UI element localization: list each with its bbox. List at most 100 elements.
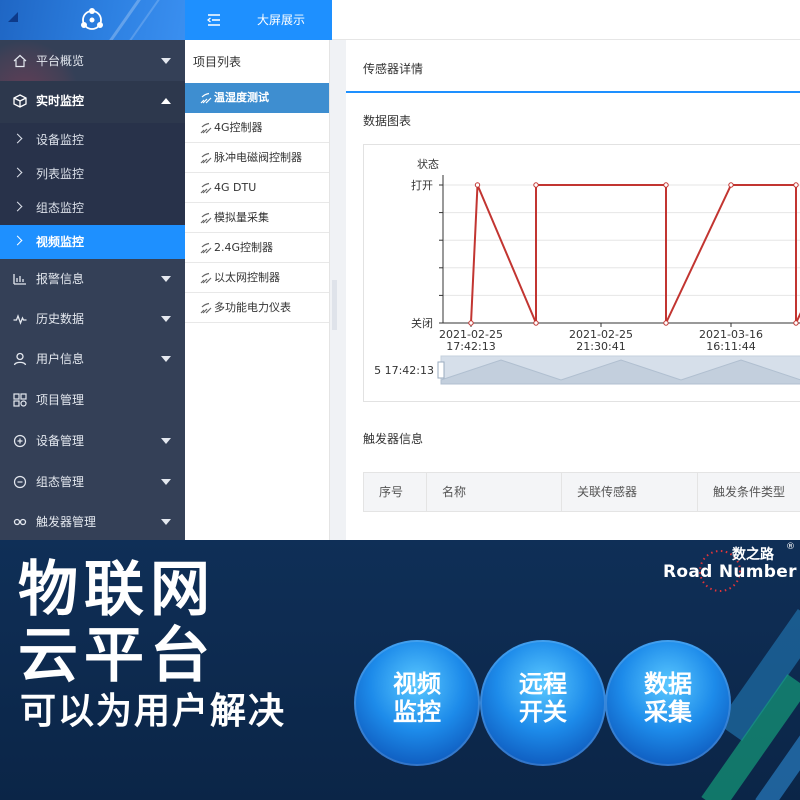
- bubble-line1: 数据: [644, 670, 692, 698]
- data-point: [663, 182, 669, 188]
- x-tick-label: 17:42:13: [446, 340, 495, 353]
- submenu-label: 组态监控: [36, 201, 85, 215]
- trigger-table-header: 序号 名称 关联传感器 触发条件类型: [363, 472, 800, 512]
- triangle-icon: [8, 12, 18, 22]
- project-item-label: 以太网控制器: [214, 271, 280, 284]
- top-bar: 大屏展示: [185, 0, 800, 40]
- menu-label: 设备管理: [36, 434, 85, 448]
- bubble-line2: 开关: [519, 698, 567, 726]
- trigger-section-title: 触发器信息: [363, 432, 424, 446]
- submenu-config-monitor[interactable]: 组态监控: [0, 191, 185, 225]
- submenu-label: 设备监控: [36, 133, 85, 147]
- caret-up-icon: [161, 98, 171, 104]
- menu-trigger-manage[interactable]: 触发器管理: [0, 502, 185, 540]
- menu-collapse-icon[interactable]: [207, 13, 221, 27]
- chart-section-title: 数据图表: [363, 114, 412, 128]
- submenu-device-monitor[interactable]: 设备监控: [0, 123, 185, 157]
- data-point: [468, 320, 474, 326]
- resize-handle[interactable]: [332, 280, 337, 330]
- panel-gutter: [330, 40, 346, 540]
- menu-config-manage[interactable]: 组态管理: [0, 462, 185, 502]
- menu-label: 组态管理: [36, 475, 85, 489]
- signal-icon: [200, 242, 212, 254]
- config-icon: [13, 475, 27, 489]
- caret-down-icon: [161, 276, 171, 282]
- menu-user-info[interactable]: 用户信息: [0, 339, 185, 379]
- zoom-handle-left: [437, 361, 445, 379]
- caret-down-icon: [161, 356, 171, 362]
- headline-line2: 云平台: [18, 621, 216, 691]
- feature-bubble-video: 视频 监控: [354, 640, 480, 766]
- data-point: [728, 182, 734, 188]
- caret-down-icon: [161, 519, 171, 525]
- caret-down-icon: [161, 438, 171, 444]
- project-item-label: 脉冲电磁阀控制器: [214, 151, 302, 164]
- brand-name-cn: 数之路: [732, 547, 774, 563]
- bubble-line1: 视频: [393, 670, 441, 698]
- y-tick-label: 关闭: [411, 316, 433, 330]
- brand-name-en: Road Number: [663, 562, 797, 582]
- menu-alarm-info[interactable]: 报警信息: [0, 259, 185, 299]
- submenu-label: 视频监控: [36, 235, 85, 249]
- menu-label: 历史数据: [36, 312, 85, 326]
- project-item-label: 多功能电力仪表: [214, 301, 291, 314]
- detail-title: 传感器详情: [363, 62, 424, 76]
- feature-bubble-remote: 远程 开关: [480, 640, 606, 766]
- series-line: [470, 184, 800, 324]
- project-item-label: 2.4G控制器: [214, 241, 274, 254]
- menu-realtime-monitor[interactable]: 实时监控: [0, 81, 185, 123]
- menu-label: 用户信息: [36, 352, 85, 366]
- project-item[interactable]: 多功能电力仪表: [185, 293, 329, 323]
- bubble-line2: 监控: [393, 698, 441, 726]
- column-header-sensor[interactable]: 关联传感器: [562, 473, 698, 511]
- brand-logo: 数之路 ® Road Number: [650, 540, 800, 600]
- menu-label: 实时监控: [36, 94, 85, 108]
- project-item[interactable]: 2.4G控制器: [185, 233, 329, 263]
- project-item[interactable]: 模拟量采集: [185, 203, 329, 233]
- subheadline: 可以为用户解决: [20, 691, 287, 732]
- user-icon: [13, 352, 27, 366]
- project-list-title: 项目列表: [193, 55, 242, 69]
- menu-history-data[interactable]: 历史数据: [0, 299, 185, 339]
- menu-platform-overview[interactable]: 平台概览: [0, 41, 185, 81]
- bubble-line2: 采集: [644, 698, 692, 726]
- chevron-right-icon: [12, 167, 23, 178]
- submenu-list-monitor[interactable]: 列表监控: [0, 157, 185, 191]
- column-header-index[interactable]: 序号: [364, 473, 427, 511]
- cube-icon: [13, 94, 27, 108]
- signal-icon: [200, 212, 212, 224]
- y-axis-title: 状态: [417, 157, 439, 171]
- logo-area[interactable]: [0, 0, 185, 40]
- menu-project-manage[interactable]: 项目管理: [0, 380, 185, 420]
- menu-label: 平台概览: [36, 54, 85, 68]
- feature-bubble-data: 数据 采集: [605, 640, 731, 766]
- data-point: [533, 182, 539, 188]
- project-item[interactable]: 4G DTU: [185, 173, 329, 203]
- submenu-label: 列表监控: [36, 167, 85, 181]
- data-point: [474, 182, 481, 188]
- menu-device-manage[interactable]: 设备管理: [0, 421, 185, 461]
- project-item-label: 温湿度测试: [214, 91, 269, 104]
- status-chart: 状态打开关闭2021-02-2517:42:132021-02-2521:30:…: [374, 157, 800, 385]
- zoom-start-label: 5 17:42:13: [374, 364, 434, 377]
- top-tab-label: 大屏展示: [257, 13, 306, 27]
- top-tab-big-screen[interactable]: 大屏展示: [185, 0, 332, 40]
- pulse-icon: [13, 314, 27, 325]
- project-item[interactable]: 4G控制器: [185, 113, 329, 143]
- sidebar: 平台概览 实时监控 设备监控 列表监控 组态监控 视频监控 报警信息 历史数据 …: [0, 0, 185, 540]
- project-list-panel: 项目列表 温湿度测试 4G控制器脉冲电磁阀控制器 4G DTU 模拟量采集 2.4G控制…: [185, 40, 330, 540]
- submenu-video-monitor[interactable]: 视频监控: [0, 225, 185, 259]
- project-item[interactable]: 温湿度测试: [185, 83, 329, 113]
- project-item[interactable]: 脉冲电磁阀控制器: [185, 143, 329, 173]
- project-item[interactable]: 以太网控制器: [185, 263, 329, 293]
- signal-icon: [200, 152, 212, 164]
- signal-icon: [200, 92, 212, 104]
- bubble-line1: 远程: [519, 670, 567, 698]
- data-point: [793, 182, 799, 188]
- data-point: [793, 320, 799, 326]
- column-header-condition[interactable]: 触发条件类型: [698, 473, 800, 511]
- menu-label: 报警信息: [36, 272, 85, 286]
- promo-banner: 物联网 云平台 可以为用户解决 数之路 ® Road Number 视频 监控 远…: [0, 540, 800, 800]
- column-header-name[interactable]: 名称: [427, 473, 562, 511]
- signal-icon: [200, 182, 212, 194]
